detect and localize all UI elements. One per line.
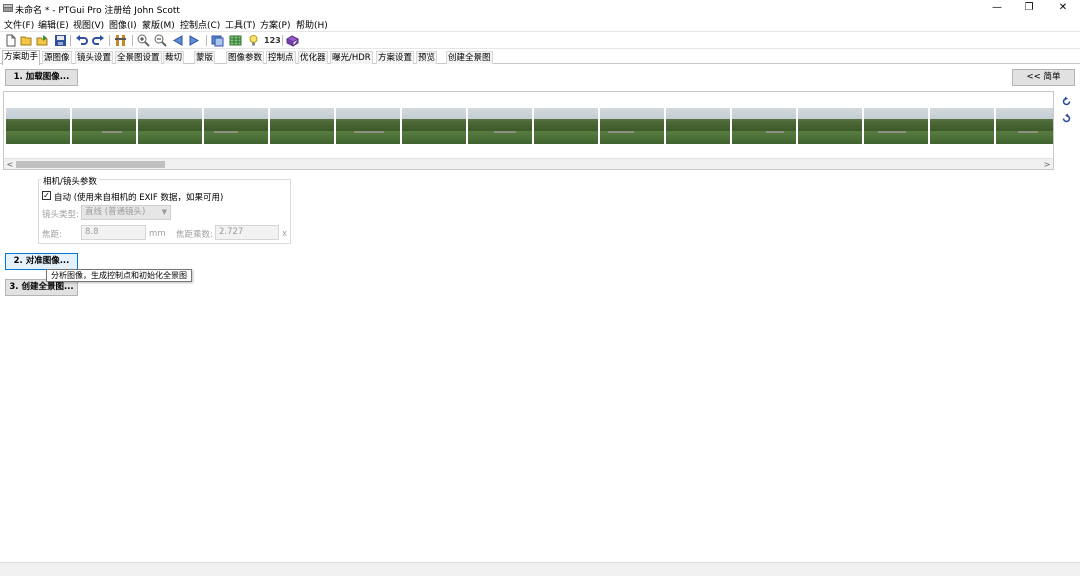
image-thumbnail-2[interactable] [72, 108, 136, 144]
align-images-tooltip: 分析图像，生成控制点和初始化全景图 [46, 269, 192, 282]
thumbnail-row [6, 108, 1053, 144]
image-thumbnail-14[interactable] [864, 108, 928, 144]
batch-stitcher-icon[interactable] [286, 34, 299, 47]
minimize-button[interactable]: — [981, 0, 1013, 16]
menu-edit[interactable]: 编辑(E) [38, 18, 69, 31]
simple-mode-button[interactable]: << 简单 [1012, 69, 1075, 86]
window-title: 未命名 * - PTGui Pro 注册给 John Scott [15, 6, 180, 16]
menu-control-points[interactable]: 控制点(C) [180, 18, 220, 31]
toolbar: 123 [0, 31, 1080, 49]
new-file-icon[interactable] [4, 34, 17, 47]
redo-icon[interactable] [92, 34, 105, 47]
image-thumbnail-8[interactable] [468, 108, 532, 144]
table-icon[interactable] [229, 34, 242, 47]
lens-type-label: 镜头类型: [42, 210, 79, 220]
tab-panorama-settings[interactable]: 全景图设置 [115, 51, 162, 64]
tab-strip: 方案助手 源图像 镜头设置 全景图设置 裁切 蒙版 图像参数 控制点 优化器 曝… [0, 50, 1080, 65]
menu-bar: 文件(F) 编辑(E) 视图(V) 图像(I) 蒙版(M) 控制点(C) 工具(… [0, 16, 1080, 31]
menu-tools[interactable]: 工具(T) [225, 18, 256, 31]
image-thumbnail-strip: < > [3, 91, 1054, 170]
close-button[interactable]: ✕ [1047, 0, 1079, 16]
image-thumbnail-12[interactable] [732, 108, 796, 144]
control-points-tool-icon[interactable] [114, 34, 127, 47]
focal-length-label: 焦距: [42, 230, 62, 240]
image-thumbnail-13[interactable] [798, 108, 862, 144]
image-thumbnail-9[interactable] [534, 108, 598, 144]
open-folder-icon[interactable] [20, 34, 33, 47]
image-thumbnail-10[interactable] [600, 108, 664, 144]
scrollbar-thumb[interactable] [16, 161, 165, 168]
focal-multiplier-field[interactable]: 2.727 [215, 225, 279, 240]
tab-preview[interactable]: 预览 [416, 51, 438, 64]
focal-multiplier-label: 焦距乘数: [176, 230, 213, 240]
chevron-down-icon: ▼ [161, 208, 167, 216]
image-thumbnail-6[interactable] [336, 108, 400, 144]
tab-project-settings[interactable]: 方案设置 [376, 51, 415, 64]
align-images-button[interactable]: 2. 对准图像... [5, 253, 78, 270]
focal-multiplier-unit: x [282, 229, 288, 239]
focal-length-field[interactable]: 8.8 [81, 225, 146, 240]
tab-optimizer[interactable]: 优化器 [298, 51, 328, 64]
menu-mask[interactable]: 蒙版(M) [142, 18, 175, 31]
zoom-in-icon[interactable] [137, 34, 150, 47]
menu-file[interactable]: 文件(F) [4, 18, 34, 31]
image-thumbnail-1[interactable] [6, 108, 70, 144]
scroll-right-arrow[interactable]: > [1041, 159, 1053, 169]
rotate-left-icon[interactable] [1061, 96, 1072, 107]
status-bar [0, 562, 1080, 576]
image-thumbnail-11[interactable] [666, 108, 730, 144]
tab-lens-settings[interactable]: 镜头设置 [75, 51, 114, 64]
menu-help[interactable]: 帮助(H) [296, 18, 328, 31]
menu-project[interactable]: 方案(P) [260, 18, 290, 31]
scroll-left-arrow[interactable]: < [4, 159, 16, 169]
tab-source-images[interactable]: 源图像 [42, 51, 72, 64]
menu-view[interactable]: 视图(V) [73, 18, 104, 31]
image-thumbnail-5[interactable] [270, 108, 334, 144]
restore-button[interactable]: ❐ [1013, 0, 1045, 16]
image-thumbnail-7[interactable] [402, 108, 466, 144]
focal-length-unit: mm [149, 229, 166, 239]
tab-create-panorama[interactable]: 创建全景图 [446, 51, 493, 64]
tab-crop[interactable]: 裁切 [163, 51, 185, 64]
tab-control-points[interactable]: 控制点 [266, 51, 296, 64]
next-image-icon[interactable] [188, 34, 201, 47]
save-icon[interactable] [54, 34, 67, 47]
title-bar: 未命名 * - PTGui Pro 注册给 John Scott — ❐ ✕ [0, 0, 1080, 16]
tab-project-assistant[interactable]: 方案助手 [2, 50, 41, 65]
auto-exif-label: 自动 (使用来自相机的 EXIF 数据，如果可用) [54, 193, 224, 203]
image-thumbnail-3[interactable] [138, 108, 202, 144]
open-recent-icon[interactable] [36, 34, 49, 47]
lightbulb-icon[interactable] [247, 34, 260, 47]
lens-type-value: 直线 (普通镜头) [85, 207, 146, 217]
tab-exposure-hdr[interactable]: 曝光/HDR [330, 51, 373, 64]
load-images-button[interactable]: 1. 加载图像... [5, 69, 78, 86]
menu-images[interactable]: 图像(I) [109, 18, 137, 31]
lens-type-select[interactable]: 直线 (普通镜头) ▼ [81, 205, 171, 220]
ptgui-app-icon [3, 4, 13, 12]
image-thumbnail-15[interactable] [930, 108, 994, 144]
thumbnail-scrollbar[interactable]: < > [4, 158, 1053, 169]
auto-exif-checkbox[interactable]: ✓ [42, 191, 51, 200]
zoom-out-icon[interactable] [154, 34, 167, 47]
numbering-toggle[interactable]: 123 [264, 36, 281, 45]
image-thumbnail-4[interactable] [204, 108, 268, 144]
rotate-right-icon[interactable] [1061, 113, 1072, 124]
camera-lens-group-title: 相机/镜头参数 [41, 175, 99, 187]
image-thumbnail-16[interactable] [996, 108, 1053, 144]
tab-mask[interactable]: 蒙版 [194, 51, 216, 64]
tab-image-parameters[interactable]: 图像参数 [226, 51, 265, 64]
panorama-editor-icon[interactable] [211, 34, 224, 47]
previous-image-icon[interactable] [171, 34, 184, 47]
undo-icon[interactable] [75, 34, 88, 47]
